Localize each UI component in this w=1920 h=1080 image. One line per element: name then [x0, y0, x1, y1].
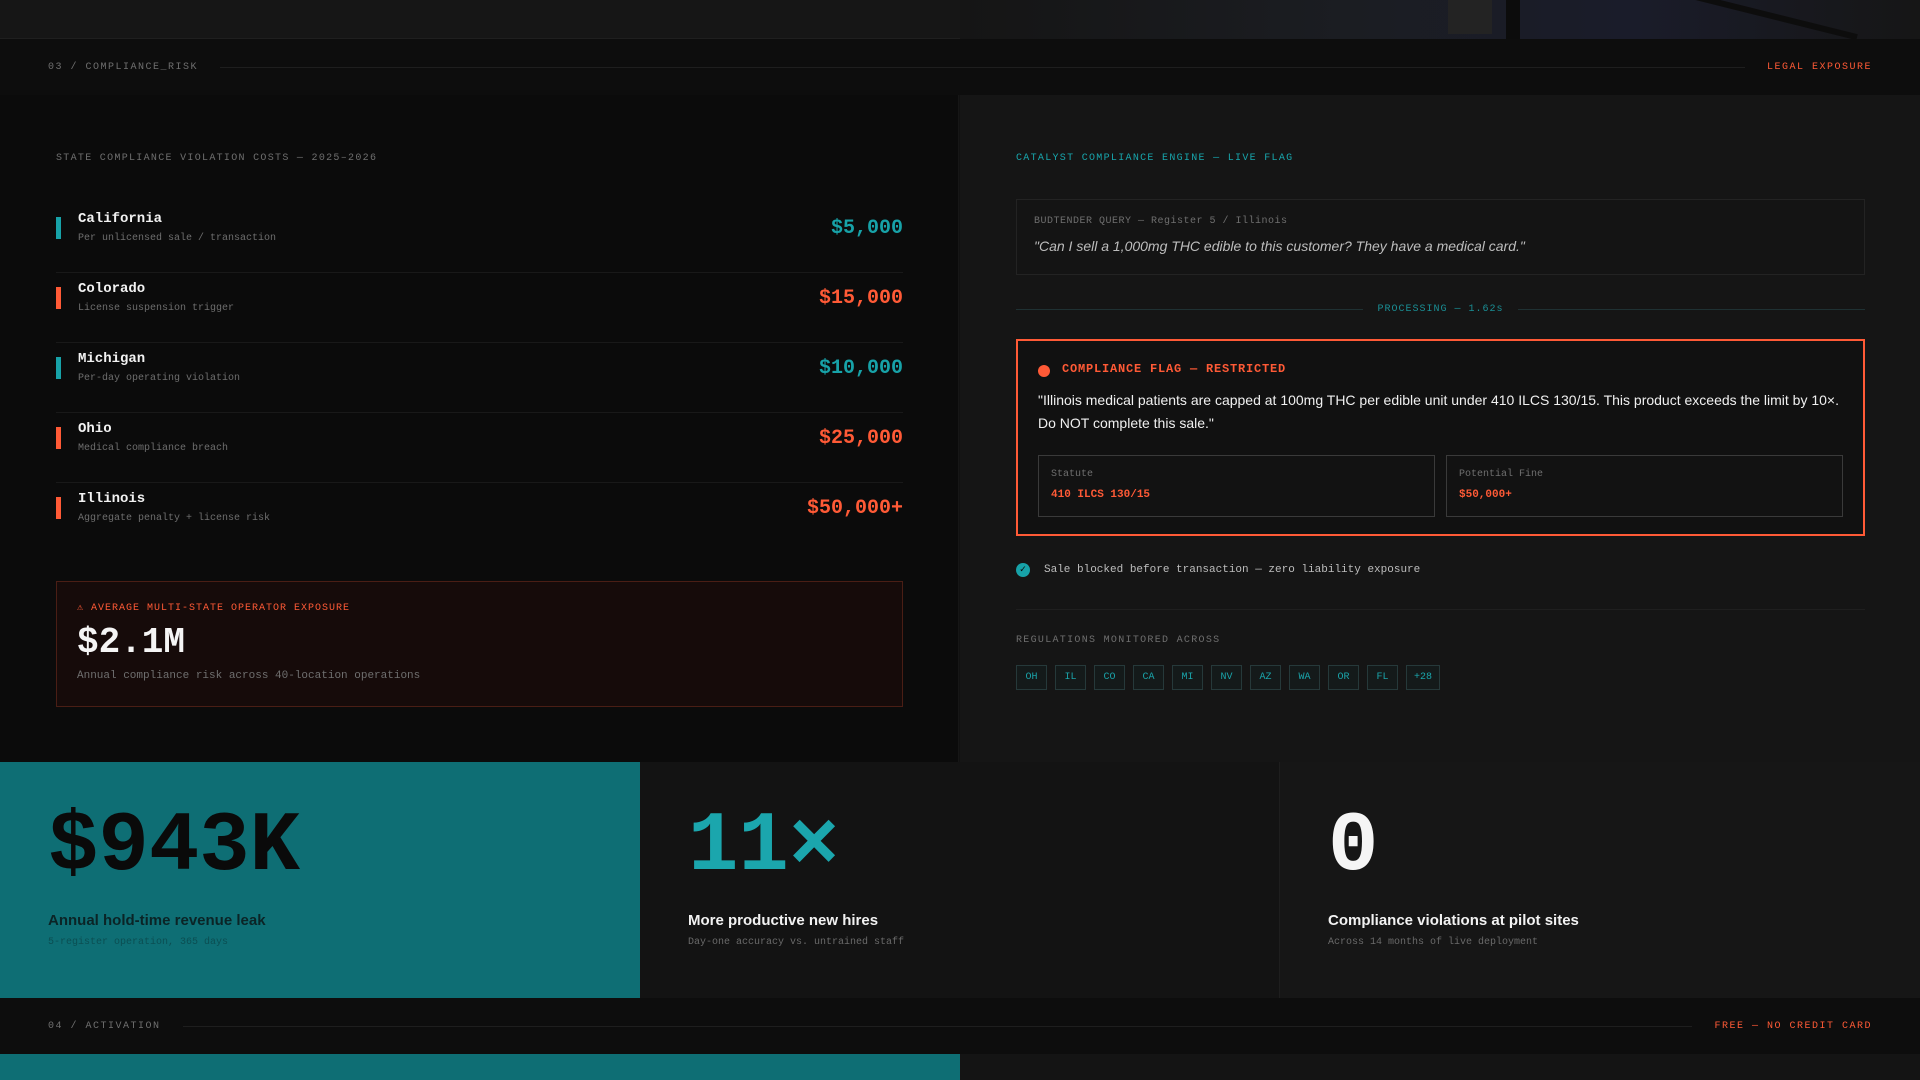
compliance-flag-card: COMPLIANCE FLAG — RESTRICTED "Illinois m…	[1016, 339, 1865, 536]
exposure-callout: ⚠ AVERAGE MULTI-STATE OPERATOR EXPOSURE …	[56, 581, 903, 707]
state-name: Colorado	[78, 281, 146, 297]
flag-text: "Illinois medical patients are capped at…	[1038, 392, 1839, 431]
state-chip: CA	[1133, 665, 1164, 690]
state-desc: Per unlicensed sale / transaction	[78, 233, 277, 244]
compliance-engine-panel: CATALYST COMPLIANCE ENGINE — LIVE FLAG B…	[960, 95, 1920, 762]
state-amount: $15,000	[818, 287, 903, 310]
check-circle-icon: ✓	[1016, 563, 1030, 577]
state-chip-list: OH IL CO CA MI NV AZ WA OR FL +28	[1016, 665, 1441, 690]
section-rule	[182, 1025, 1693, 1027]
state-amount: $50,000+	[806, 497, 903, 520]
stat-title: Annual hold-time revenue leak	[48, 912, 266, 929]
fine-box: Potential Fine $50,000+	[1446, 455, 1843, 517]
sale-blocked-note: ✓ Sale blocked before transaction — zero…	[1016, 561, 1420, 579]
stat-revenue-leak: $943K Annual hold-time revenue leak 5-re…	[0, 762, 640, 998]
section-label: 04 / ACTIVATION	[48, 1020, 161, 1032]
state-name: Michigan	[78, 351, 146, 367]
engine-heading: CATALYST COMPLIANCE ENGINE — LIVE FLAG	[1016, 153, 1294, 164]
state-marker	[56, 427, 61, 449]
state-chip: FL	[1367, 665, 1398, 690]
state-cost-list: California Per unlicensed sale / transac…	[56, 203, 903, 553]
state-row-colorado: Colorado License suspension trigger $15,…	[56, 273, 903, 343]
section-tag: FREE — NO CREDIT CARD	[1714, 1020, 1872, 1032]
processing-indicator: PROCESSING — 1.62s	[1016, 302, 1865, 316]
hero-photo-fragment	[960, 0, 1920, 41]
section-header-activation: 04 / ACTIVATION FREE — NO CREDIT CARD	[0, 998, 1920, 1054]
state-chip: OH	[1016, 665, 1047, 690]
state-chip: NV	[1211, 665, 1242, 690]
section-rule	[220, 66, 1745, 68]
state-chip: WA	[1289, 665, 1320, 690]
flag-title: COMPLIANCE FLAG — RESTRICTED	[1062, 362, 1287, 376]
statute-value: 410 ILCS 130/15	[1051, 489, 1151, 501]
regulations-label: REGULATIONS MONITORED ACROSS	[1016, 635, 1221, 646]
section-header-compliance: 03 / COMPLIANCE_RISK LEGAL EXPOSURE	[0, 39, 1920, 95]
statute-label: Statute	[1051, 469, 1094, 480]
state-marker	[56, 497, 61, 519]
state-name: Illinois	[78, 491, 146, 507]
alert-dot-icon	[1038, 365, 1050, 377]
stat-productive-hires: 11× More productive new hires Day-one ac…	[640, 762, 1280, 998]
fine-label: Potential Fine	[1459, 469, 1544, 480]
query-text: "Can I sell a 1,000mg THC edible to this…	[1034, 238, 1525, 254]
state-row-illinois: Illinois Aggregate penalty + license ris…	[56, 483, 903, 553]
state-chip: AZ	[1250, 665, 1281, 690]
fine-value: $50,000+	[1459, 489, 1512, 501]
query-card: BUDTENDER QUERY — Register 5 / Illinois …	[1016, 199, 1865, 275]
state-marker	[56, 287, 61, 309]
state-desc: Per-day operating violation	[78, 373, 241, 384]
state-chip: MI	[1172, 665, 1203, 690]
state-row-ohio: Ohio Medical compliance breach $25,000	[56, 413, 903, 483]
stat-compliance-violations: 0 Compliance violations at pilot sites A…	[1280, 762, 1920, 998]
state-desc: Medical compliance breach	[78, 443, 229, 454]
hero-image-strip	[0, 0, 1920, 41]
state-amount: $10,000	[818, 357, 903, 380]
state-chip: IL	[1055, 665, 1086, 690]
stat-subtitle: Across 14 months of live deployment	[1328, 937, 1539, 948]
stat-subtitle: 5-register operation, 365 days	[48, 937, 229, 948]
activation-panel-right	[960, 1054, 1920, 1080]
statute-box: Statute 410 ILCS 130/15	[1038, 455, 1435, 517]
stat-title: Compliance violations at pilot sites	[1328, 912, 1579, 929]
exposure-note: Annual compliance risk across 40-locatio…	[77, 670, 421, 682]
blocked-text: Sale blocked before transaction — zero l…	[1044, 564, 1421, 576]
violation-costs-panel: STATE COMPLIANCE VIOLATION COSTS — 2025–…	[0, 95, 959, 762]
state-marker	[56, 217, 61, 239]
state-desc: Aggregate penalty + license risk	[78, 513, 271, 524]
divider	[1016, 609, 1865, 610]
state-row-michigan: Michigan Per-day operating violation $10…	[56, 343, 903, 413]
state-chip: CO	[1094, 665, 1125, 690]
stat-value: $943K	[48, 800, 301, 895]
stat-subtitle: Day-one accuracy vs. untrained staff	[688, 937, 905, 948]
stat-value: 0	[1328, 800, 1379, 895]
state-marker	[56, 357, 61, 379]
exposure-value: $2.1M	[77, 622, 186, 663]
exposure-title: ⚠ AVERAGE MULTI-STATE OPERATOR EXPOSURE	[77, 603, 351, 614]
activation-panel-start	[0, 1054, 960, 1080]
section-tag: LEGAL EXPOSURE	[1766, 61, 1872, 73]
stats-row: $943K Annual hold-time revenue leak 5-re…	[0, 762, 1920, 998]
state-chip: OR	[1328, 665, 1359, 690]
state-row-california: California Per unlicensed sale / transac…	[56, 203, 903, 273]
state-amount: $5,000	[830, 217, 903, 240]
stat-value: 11×	[688, 800, 840, 895]
section-label: 03 / COMPLIANCE_RISK	[48, 61, 199, 73]
processing-text: PROCESSING — 1.62s	[1377, 303, 1504, 315]
stat-title: More productive new hires	[688, 912, 879, 929]
state-chip-more: +28	[1406, 665, 1441, 690]
state-name: Ohio	[78, 421, 112, 437]
state-amount: $25,000	[818, 427, 903, 450]
panel-heading: STATE COMPLIANCE VIOLATION COSTS — 2025–…	[56, 153, 378, 164]
state-name: California	[78, 211, 163, 227]
state-desc: License suspension trigger	[78, 303, 235, 314]
query-label: BUDTENDER QUERY — Register 5 / Illinois	[1034, 216, 1288, 227]
